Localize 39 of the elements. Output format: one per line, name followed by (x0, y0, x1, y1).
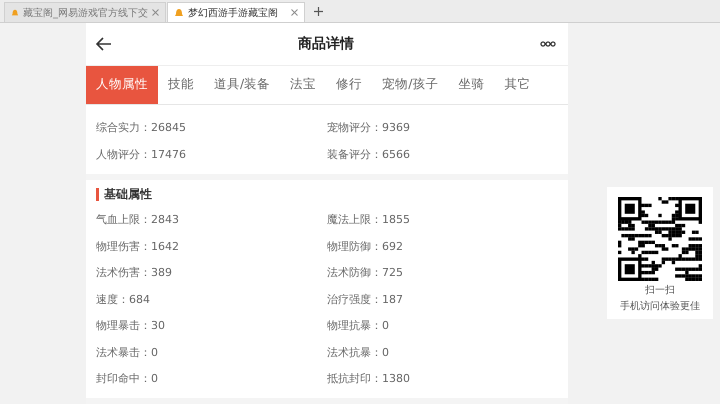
attribute-text: 宠物评分：9369 (327, 120, 411, 136)
page-title: 商品详情 (298, 34, 354, 53)
attribute-text: 人物评分：17476 (96, 146, 187, 162)
category-tab[interactable]: 宠物/孩子 (372, 66, 448, 104)
attribute-text: 物理抗暴：0 (327, 318, 390, 334)
attribute-text: 抵抗封印：1380 (327, 371, 411, 386)
attribute-text: 装备评分：6566 (327, 146, 411, 162)
attribute-text: 法术暴击：0 (96, 344, 159, 360)
close-icon[interactable] (291, 9, 298, 16)
attribute-text: 法术防御：725 (327, 265, 404, 280)
category-tab[interactable]: 修行 (326, 66, 372, 104)
category-tab[interactable]: 人物属性 (86, 66, 158, 104)
attribute-text: 综合实力：26845 (96, 120, 187, 136)
attribute-text: 气血上限：2843 (96, 212, 180, 228)
category-tab[interactable]: 法宝 (280, 66, 326, 104)
category-tab[interactable]: 技能 (158, 66, 204, 104)
attribute-text: 法术抗暴：0 (327, 344, 390, 360)
attribute-text: 物理伤害：1642 (96, 238, 180, 254)
plus-icon[interactable] (314, 7, 323, 16)
attribute-text: 法术伤害：389 (96, 265, 173, 280)
section-title: 基础属性 (96, 188, 558, 200)
attribute-text: 物理防御：692 (327, 238, 404, 254)
bell-icon (11, 8, 19, 18)
attribute-text: 物理暴击：30 (96, 318, 166, 334)
close-icon[interactable] (152, 9, 159, 16)
category-tab[interactable]: 坐骑 (448, 66, 494, 104)
attribute-text: 封印命中：0 (96, 371, 159, 386)
more-icon[interactable] (540, 40, 556, 47)
attribute-text: 速度：684 (96, 292, 151, 307)
browser-tab[interactable]: 藏宝阁_网易游戏官方线下交 (4, 2, 166, 22)
browser-tab[interactable]: 梦幻西游手游藏宝阁 (167, 2, 305, 22)
attribute-text: 治疗强度：187 (327, 292, 404, 307)
back-arrow-icon[interactable] (96, 36, 112, 51)
category-tab[interactable]: 道具/装备 (204, 66, 280, 104)
qr-caption: 扫一扫 (645, 284, 675, 297)
category-tab[interactable]: 其它 (494, 66, 540, 104)
bell-icon (174, 8, 184, 18)
qr-subcaption: 手机访问体验更佳 (620, 300, 700, 313)
attribute-text: 魔法上限：1855 (327, 212, 411, 228)
